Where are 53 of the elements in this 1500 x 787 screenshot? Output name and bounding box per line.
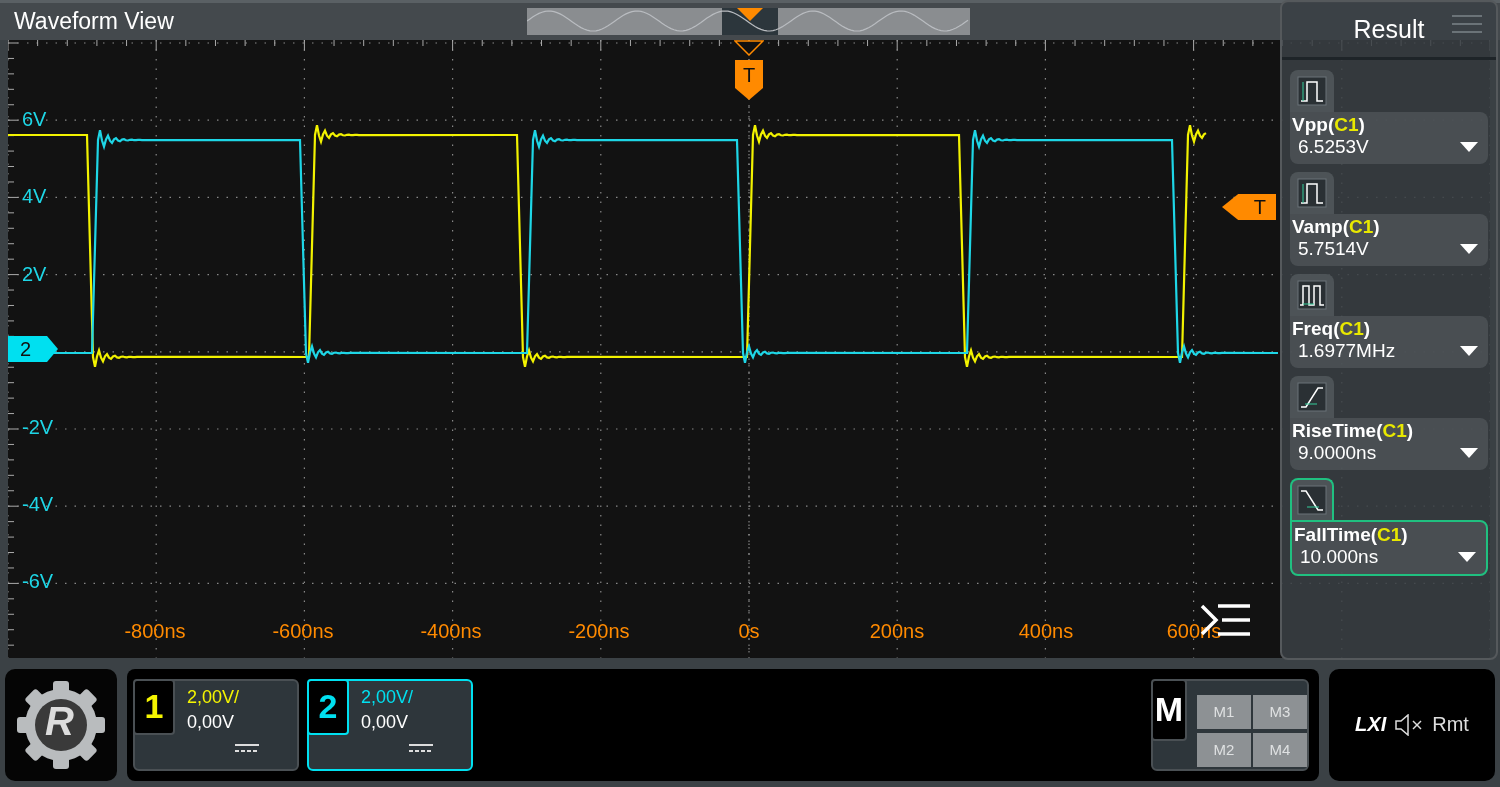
measurement-label: Vamp(C1) bbox=[1292, 216, 1381, 238]
vertical-scale: 2,00V/ bbox=[361, 686, 415, 708]
y-axis-label: -6V bbox=[22, 570, 54, 593]
x-axis-label: -400ns bbox=[419, 620, 483, 643]
remote-status: Rmt bbox=[1432, 713, 1469, 736]
dropdown-caret-icon[interactable] bbox=[1460, 243, 1478, 255]
measurement-label: RiseTime(C1) bbox=[1292, 420, 1415, 442]
x-axis-label: 0s bbox=[737, 620, 761, 643]
measurement-value: 5.7514V bbox=[1298, 238, 1369, 260]
measurement-label: Freq(C1) bbox=[1292, 318, 1372, 340]
gear-logo-icon bbox=[15, 678, 107, 771]
y-axis-label: 2V bbox=[22, 263, 47, 286]
measurement-type-icon bbox=[1297, 280, 1327, 310]
y-axis-label: 6V bbox=[22, 108, 47, 131]
vertical-scale: 2,00V/ bbox=[187, 686, 241, 708]
measurement-value: 1.6977MHz bbox=[1298, 340, 1396, 362]
measurement-value: 9.0000ns bbox=[1298, 442, 1377, 464]
channel-number: 2 bbox=[318, 687, 338, 726]
channel-offset-marker[interactable]: 2 bbox=[8, 336, 58, 362]
channel-settings[interactable]: 2 2,00V/ 0,00V bbox=[307, 678, 473, 771]
dropdown-caret-icon[interactable] bbox=[1460, 345, 1478, 357]
speaker-muted-icon[interactable] bbox=[1394, 713, 1425, 736]
dropdown-caret-icon[interactable] bbox=[1460, 447, 1478, 459]
measurement-type-icon bbox=[1297, 382, 1327, 412]
logo-tile[interactable]: R bbox=[5, 668, 117, 781]
measurement-type-icon bbox=[1297, 178, 1327, 208]
dc-coupling-icon bbox=[235, 742, 259, 753]
window-title: Waveform View bbox=[14, 8, 175, 35]
dropdown-caret-icon[interactable] bbox=[1460, 141, 1478, 153]
channel-number: 1 bbox=[144, 687, 164, 726]
measurement-type-icon bbox=[1297, 485, 1327, 515]
measurement-type-icon bbox=[1297, 76, 1327, 106]
y-axis-label: -2V bbox=[22, 416, 54, 439]
x-axis-label: -200ns bbox=[567, 620, 631, 643]
channel-settings[interactable]: 1 2,00V/ 0,00V bbox=[133, 678, 299, 771]
lxi-status: LXI bbox=[1355, 713, 1387, 736]
measurement-label: Vpp(C1) bbox=[1292, 114, 1366, 136]
math-label[interactable]: M bbox=[1151, 678, 1187, 741]
y-axis-label: -4V bbox=[22, 493, 54, 516]
dropdown-caret-icon[interactable] bbox=[1458, 551, 1476, 563]
measurement-value: 6.5253V bbox=[1298, 136, 1369, 158]
dc-coupling-icon bbox=[409, 742, 433, 753]
measurement-label: FallTime(C1) bbox=[1294, 524, 1409, 546]
x-axis-label: -600ns bbox=[271, 620, 335, 643]
panel-title: Result bbox=[1353, 15, 1425, 44]
x-axis-label: -800ns bbox=[123, 620, 187, 643]
x-axis-label: 400ns bbox=[1017, 620, 1075, 643]
y-axis-label: 4V bbox=[22, 185, 47, 208]
logo-letter: R bbox=[45, 698, 74, 744]
vertical-offset: 0,00V bbox=[361, 711, 410, 733]
x-axis-label: 200ns bbox=[868, 620, 926, 643]
vertical-offset: 0,00V bbox=[187, 711, 236, 733]
measurement-value: 10.000ns bbox=[1300, 546, 1379, 568]
